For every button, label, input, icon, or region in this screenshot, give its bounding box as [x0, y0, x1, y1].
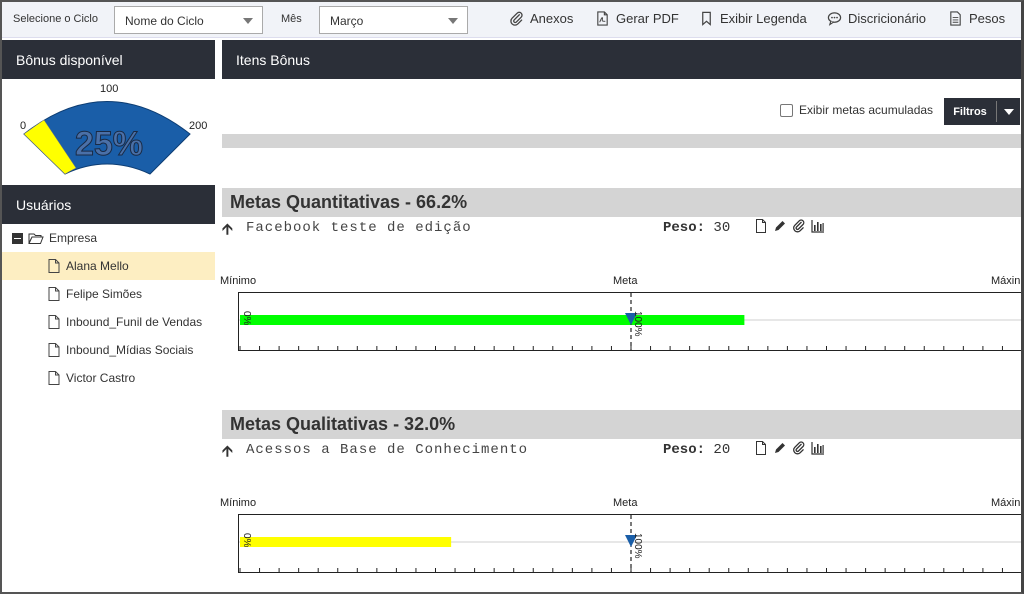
users-tree: Empresa Alana Mello Felipe Simões Inbound_…	[2, 224, 215, 392]
cycle-label: Selecione o Ciclo	[13, 13, 98, 25]
chart-min-label: Mínimo	[220, 497, 257, 509]
goal-progress-bar	[240, 315, 745, 325]
app-window: Selecione o Ciclo Nome do Ciclo Mês Març…	[0, 0, 1024, 594]
user-item[interactable]: Felipe Simões	[2, 280, 215, 308]
accumulated-goals-checkbox[interactable]	[780, 103, 793, 117]
divider-bar	[222, 134, 1021, 148]
goal-chart-svg: 0% 100%	[239, 293, 1021, 350]
user-item-label: Felipe Simões	[66, 287, 143, 301]
bookmark-icon	[702, 11, 711, 26]
goal-progress-chart: 0% 100%	[238, 514, 1021, 573]
month-select-value: Março	[330, 14, 364, 28]
chart-meta-label: Meta	[613, 497, 638, 509]
chevron-down-icon	[448, 18, 458, 24]
goal-item-weight: Peso: 20	[663, 442, 731, 458]
chart-max-label: Máxin	[991, 497, 1021, 509]
collapse-icon[interactable]	[12, 232, 23, 244]
chart-max-label: Máxin	[991, 275, 1021, 287]
bonus-gauge: 0 100 200 25%	[2, 79, 215, 184]
chart-scale-labels: Mínimo Meta Máxin	[220, 275, 1021, 289]
user-item[interactable]: Inbound_Funil de Vendas	[2, 308, 215, 336]
gerar-pdf-button[interactable]: Gerar PDF	[595, 11, 679, 26]
document-icon[interactable]	[754, 219, 768, 233]
chart-zero-label: 0%	[241, 311, 252, 326]
pencil-icon[interactable]	[773, 219, 787, 233]
gauge-mid-label: 100	[100, 83, 118, 95]
month-select[interactable]: Março	[319, 6, 468, 34]
bar-chart-icon[interactable]	[811, 219, 825, 233]
file-icon	[48, 315, 60, 329]
pesos-button[interactable]: Pesos	[948, 11, 1005, 26]
month-label: Mês	[281, 13, 302, 25]
bonus-panel-header: Bônus disponível	[2, 40, 215, 79]
paperclip-icon[interactable]	[792, 219, 806, 233]
users-panel-title: Usuários	[16, 196, 72, 213]
chevron-down-icon	[243, 18, 253, 24]
chevron-down-icon[interactable]	[997, 109, 1020, 115]
file-icon	[48, 343, 60, 357]
arrow-up-icon: 🡩	[222, 443, 233, 460]
section-title: Metas Quantitativas - 66.2%	[230, 192, 468, 212]
goal-item-name: Acessos a Base de Conhecimento	[246, 442, 529, 458]
document-icon	[950, 11, 961, 26]
chart-meta-label: Meta	[613, 275, 638, 287]
user-item-label: Victor Castro	[66, 371, 136, 385]
file-icon	[48, 287, 60, 301]
gauge-max-label: 200	[189, 120, 207, 132]
goal-chart-svg: 0% 100%	[239, 515, 1021, 572]
goal-item-weight: Peso: 30	[663, 220, 731, 236]
chart-meta-value-label: 100%	[632, 533, 643, 559]
paperclip-icon[interactable]	[792, 441, 806, 455]
file-icon	[48, 259, 60, 273]
user-item[interactable]: Victor Castro	[2, 364, 215, 392]
bonus-panel-title: Bônus disponível	[16, 51, 123, 68]
goal-item-name: Facebook teste de edição	[246, 220, 472, 236]
chat-bubble-icon	[827, 12, 842, 26]
gauge-chart: 0 100 200 25%	[20, 83, 207, 175]
exibir-legenda-button[interactable]: Exibir Legenda	[699, 11, 807, 26]
user-item-label: Inbound_Funil de Vendas	[66, 315, 203, 329]
document-icon[interactable]	[754, 441, 768, 455]
section-title: Metas Qualitativas - 32.0%	[230, 414, 456, 434]
file-icon	[48, 371, 60, 385]
accumulated-goals-toggle[interactable]: Exibir metas acumuladas	[780, 103, 933, 117]
filter-button[interactable]: Filtros	[944, 98, 1020, 125]
chart-meta-value-label: 100%	[632, 311, 643, 337]
goal-item-actions	[754, 441, 825, 455]
section-header: Metas Quantitativas - 66.2%	[222, 188, 1021, 217]
toolbar: Selecione o Ciclo Nome do Ciclo Mês Març…	[2, 2, 1021, 38]
section-header: Metas Qualitativas - 32.0%	[222, 410, 1021, 439]
users-panel-header: Usuários	[2, 185, 215, 224]
chart-min-label: Mínimo	[220, 275, 257, 287]
gauge-min-label: 0	[20, 120, 26, 132]
chart-zero-label: 0%	[241, 533, 252, 548]
bar-chart-icon[interactable]	[811, 441, 825, 455]
chart-scale-labels: Mínimo Meta Máxin	[220, 497, 1021, 511]
paperclip-icon	[510, 11, 523, 26]
cycle-select-value: Nome do Ciclo	[125, 14, 204, 28]
goal-item-row: 🡩 Acessos a Base de Conhecimento Peso: 20	[222, 440, 1021, 460]
pencil-icon[interactable]	[773, 441, 787, 455]
goal-progress-bar	[240, 537, 452, 547]
main-panel-header: Itens Bônus	[222, 40, 1021, 79]
main-panel-title: Itens Bônus	[236, 51, 310, 68]
accumulated-goals-label: Exibir metas acumuladas	[799, 103, 934, 117]
discricionario-button[interactable]: Discricionário	[827, 11, 926, 26]
user-item[interactable]: Alana Mello	[2, 252, 215, 280]
user-item-label: Inbound_Mídias Sociais	[66, 343, 194, 357]
goal-item-row: 🡩 Facebook teste de edição Peso: 30	[222, 218, 1021, 238]
arrow-up-icon: 🡩	[222, 221, 233, 238]
anexos-button[interactable]: Anexos	[509, 11, 573, 26]
user-item-label: Alana Mello	[66, 259, 129, 273]
pdf-file-icon	[597, 11, 608, 26]
user-item[interactable]: Inbound_Mídias Sociais	[2, 336, 215, 364]
goal-progress-chart: 0% 100%	[238, 292, 1021, 351]
tree-root-empresa[interactable]: Empresa	[2, 224, 215, 252]
cycle-select[interactable]: Nome do Ciclo	[114, 6, 263, 34]
gauge-percent-text: 25%	[75, 125, 143, 163]
folder-open-icon	[28, 233, 44, 244]
goal-item-actions	[754, 219, 825, 233]
